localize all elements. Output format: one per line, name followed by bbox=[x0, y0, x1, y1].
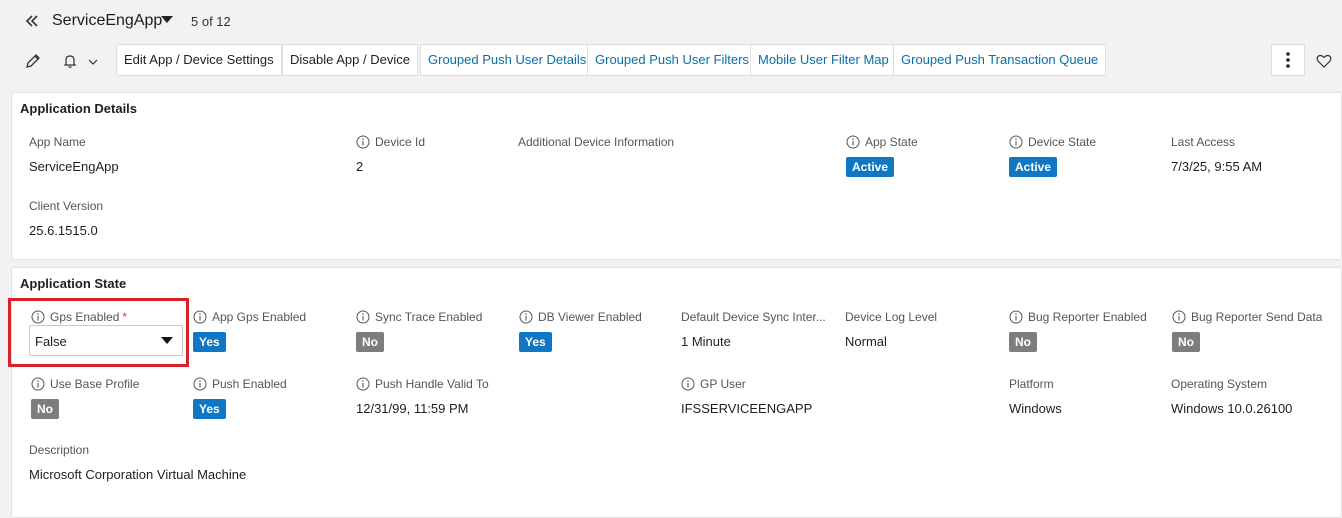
field-value: 12/31/99, 11:59 PM bbox=[356, 401, 469, 416]
field-label: Bug Reporter Send Data bbox=[1191, 310, 1323, 324]
field-value: Normal bbox=[845, 334, 887, 349]
field-value: 2 bbox=[356, 159, 364, 174]
status-badge: Yes bbox=[519, 332, 552, 352]
bug-reporter-send-data-field: Bug Reporter Send Data No bbox=[1172, 309, 1322, 352]
status-badge: Yes bbox=[193, 399, 226, 419]
sync-trace-enabled-field: Sync Trace Enabled No bbox=[356, 309, 482, 352]
field-label: DB Viewer Enabled bbox=[538, 310, 642, 324]
field-label: Device Log Level bbox=[845, 310, 938, 324]
use-base-profile-field: Use Base Profile No bbox=[31, 376, 139, 419]
double-chevron-left-icon[interactable] bbox=[22, 11, 42, 31]
description-field: Description Microsoft Corporation Virtua… bbox=[29, 442, 246, 482]
push-handle-valid-to-field: Push Handle Valid To 12/31/99, 11:59 PM bbox=[356, 376, 489, 416]
field-label: Bug Reporter Enabled bbox=[1028, 310, 1147, 324]
field-label: GP User bbox=[700, 377, 746, 391]
field-label: Platform bbox=[1009, 377, 1054, 391]
field-value: 1 Minute bbox=[681, 334, 731, 349]
panel-title: Application State bbox=[20, 276, 127, 291]
info-icon[interactable] bbox=[519, 310, 533, 324]
edit-app-device-settings-button[interactable]: Edit App / Device Settings bbox=[116, 44, 282, 76]
caret-down-icon[interactable] bbox=[160, 14, 174, 26]
application-details-panel: Application Details App Name ServiceEngA… bbox=[11, 92, 1342, 260]
last-access-field: Last Access 7/3/25, 9:55 AM bbox=[1171, 134, 1262, 174]
device-id-field: Device Id 2 bbox=[356, 134, 425, 174]
field-label: Operating System bbox=[1171, 377, 1268, 391]
highlight-box bbox=[8, 298, 189, 367]
field-value: Windows 10.0.26100 bbox=[1171, 401, 1293, 416]
status-badge: No bbox=[31, 399, 59, 419]
field-label: Default Device Sync Inter... bbox=[681, 310, 826, 324]
grouped-push-user-details-link[interactable]: Grouped Push User Details bbox=[420, 44, 595, 76]
additional-device-information-field: Additional Device Information bbox=[518, 134, 674, 159]
info-icon[interactable] bbox=[1009, 310, 1023, 324]
app-name-field: App Name ServiceEngApp bbox=[29, 134, 119, 174]
status-badge: Active bbox=[846, 157, 895, 177]
field-label: App State bbox=[865, 135, 918, 149]
field-label: Client Version bbox=[29, 199, 104, 213]
info-icon[interactable] bbox=[1009, 135, 1023, 149]
gp-user-field: GP User IFSSERVICEENGAPP bbox=[681, 376, 812, 416]
status-badge: Yes bbox=[193, 332, 226, 352]
field-label: Push Handle Valid To bbox=[375, 377, 489, 391]
status-badge: No bbox=[1009, 332, 1037, 352]
field-value: IFSSERVICEENGAPP bbox=[681, 401, 813, 416]
field-label: App Name bbox=[29, 135, 86, 149]
status-badge: No bbox=[1172, 332, 1200, 352]
default-device-sync-interval-field: Default Device Sync Inter... 1 Minute bbox=[681, 309, 826, 349]
application-state-panel: Application State Gps Enabled * App Gps … bbox=[11, 267, 1342, 518]
db-viewer-enabled-field: DB Viewer Enabled Yes bbox=[519, 309, 642, 352]
info-icon[interactable] bbox=[681, 377, 695, 391]
field-label: Description bbox=[29, 443, 90, 457]
info-icon[interactable] bbox=[356, 310, 370, 324]
operating-system-field: Operating System Windows 10.0.26100 bbox=[1171, 376, 1292, 416]
heart-icon[interactable] bbox=[1315, 52, 1333, 70]
info-icon[interactable] bbox=[846, 135, 860, 149]
status-badge: Active bbox=[1009, 157, 1058, 177]
field-label: Device Id bbox=[375, 135, 426, 149]
push-enabled-field: Push Enabled Yes bbox=[193, 376, 287, 419]
pencil-icon[interactable] bbox=[24, 52, 42, 70]
field-label: Push Enabled bbox=[212, 377, 287, 391]
field-value: Microsoft Corporation Virtual Machine bbox=[29, 467, 247, 482]
field-label: Use Base Profile bbox=[50, 377, 140, 391]
info-icon[interactable] bbox=[356, 377, 370, 391]
platform-field: Platform Windows bbox=[1009, 376, 1062, 416]
chevron-down-icon[interactable] bbox=[84, 52, 102, 70]
device-state-field: Device State Active bbox=[1009, 134, 1096, 177]
app-state-field: App State Active bbox=[846, 134, 918, 177]
client-version-field: Client Version 25.6.1515.0 bbox=[29, 198, 103, 238]
field-label: App Gps Enabled bbox=[212, 310, 307, 324]
device-log-level-field: Device Log Level Normal bbox=[845, 309, 937, 349]
field-label: Last Access bbox=[1171, 135, 1236, 149]
grouped-push-transaction-queue-link[interactable]: Grouped Push Transaction Queue bbox=[893, 44, 1107, 76]
disable-app-device-button[interactable]: Disable App / Device bbox=[282, 44, 418, 76]
app-gps-enabled-field: App Gps Enabled Yes bbox=[193, 309, 306, 352]
info-icon[interactable] bbox=[193, 377, 207, 391]
field-value: ServiceEngApp bbox=[29, 159, 119, 174]
info-icon[interactable] bbox=[193, 310, 207, 324]
field-value: 7/3/25, 9:55 AM bbox=[1171, 159, 1263, 174]
status-badge: No bbox=[356, 332, 384, 352]
toolbar: Edit App / Device Settings Disable App /… bbox=[0, 44, 1342, 76]
page-header: ServiceEngApp 5 of 12 Edit App / Device … bbox=[0, 0, 1342, 92]
field-value: 25.6.1515.0 bbox=[29, 223, 98, 238]
field-value: Windows bbox=[1009, 401, 1062, 416]
info-icon[interactable] bbox=[356, 135, 370, 149]
mobile-user-filter-map-link[interactable]: Mobile User Filter Map bbox=[750, 44, 897, 76]
grouped-push-user-filters-link[interactable]: Grouped Push User Filters bbox=[587, 44, 757, 76]
field-label: Device State bbox=[1028, 135, 1097, 149]
more-options-button[interactable] bbox=[1271, 44, 1305, 76]
more-vertical-icon bbox=[1286, 52, 1290, 68]
bug-reporter-enabled-field: Bug Reporter Enabled No bbox=[1009, 309, 1147, 352]
field-label: Additional Device Information bbox=[518, 135, 675, 149]
panel-title: Application Details bbox=[20, 101, 138, 116]
info-icon[interactable] bbox=[1172, 310, 1186, 324]
info-icon[interactable] bbox=[31, 377, 45, 391]
field-label: Sync Trace Enabled bbox=[375, 310, 483, 324]
bell-icon[interactable] bbox=[61, 52, 79, 70]
app-title: ServiceEngApp bbox=[52, 12, 163, 29]
record-counter: 5 of 12 bbox=[191, 14, 231, 29]
